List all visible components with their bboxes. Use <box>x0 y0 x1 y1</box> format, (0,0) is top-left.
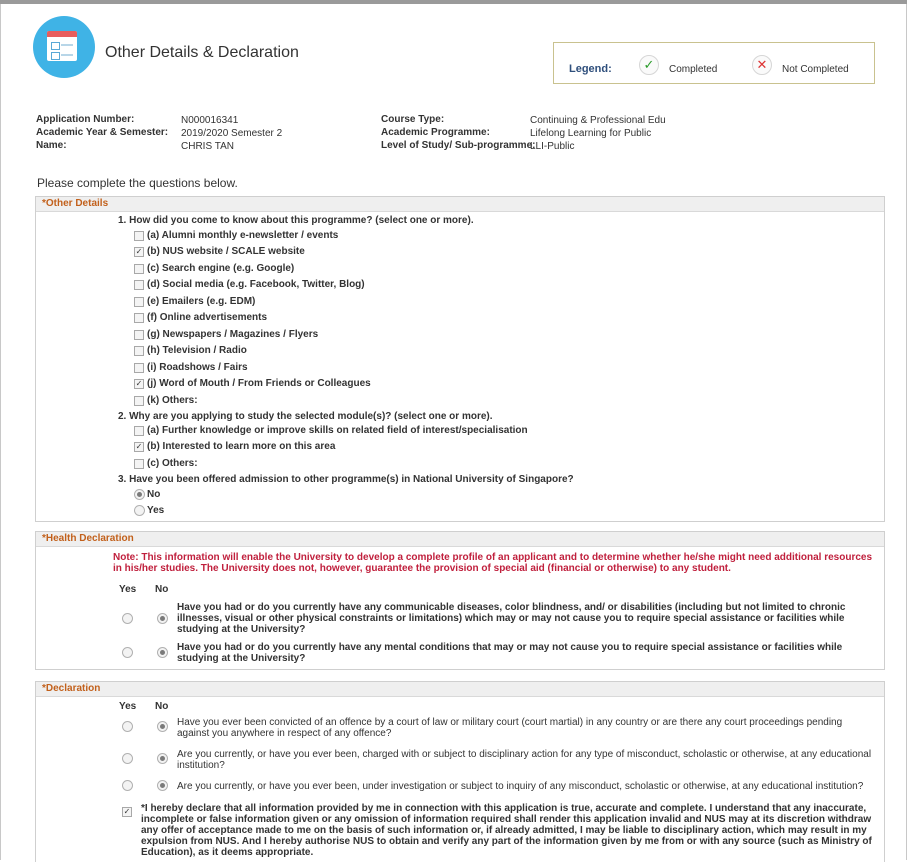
cross-icon: ✕ <box>752 55 772 75</box>
declaration-q2-radio-yes[interactable] <box>122 753 133 764</box>
declaration-q1-radio-yes[interactable] <box>122 721 133 732</box>
health-q2-radio-yes[interactable] <box>122 647 133 658</box>
level-value: LLI-Public <box>530 141 575 152</box>
declaration-q2-radio-no[interactable] <box>157 753 168 764</box>
q2-question: 2. Why are you applying to study the sel… <box>118 411 493 422</box>
q3-question: 3. Have you been offered admission to ot… <box>118 474 574 485</box>
declaration-q3-radio-yes[interactable] <box>122 780 133 791</box>
health-q2-radio-no[interactable] <box>157 647 168 658</box>
name-value: CHRIS TAN <box>181 141 234 152</box>
health-q2-text: Have you had or do you currently have an… <box>177 642 843 664</box>
page-title: Other Details & Declaration <box>105 44 299 61</box>
q2-option-c: (c) Others: <box>147 458 198 469</box>
health-q1-radio-yes[interactable] <box>122 613 133 624</box>
q1-option-a: (a) Alumni monthly e-newsletter / events <box>147 230 339 241</box>
declaration-q1-text: Have you ever been convicted of an offen… <box>177 717 843 739</box>
health-yes-header: Yes <box>119 584 137 595</box>
q3-radio-no[interactable] <box>134 489 145 500</box>
health-q1-radio-no[interactable] <box>157 613 168 624</box>
declaration-q3-text: Are you currently, or have you ever been… <box>177 781 864 792</box>
q1-checkbox-e[interactable] <box>134 297 144 307</box>
q2-option-a: (a) Further knowledge or improve skills … <box>147 425 528 436</box>
app-number-label: Application Number: <box>36 114 135 125</box>
declaration-no-header: No <box>155 701 169 712</box>
year-label: Academic Year & Semester: <box>36 127 169 138</box>
app-number-value: N000016341 <box>181 115 239 126</box>
q1-question: 1. How did you come to know about this p… <box>118 215 474 226</box>
q1-checkbox-h[interactable] <box>134 346 144 356</box>
health-no-header: No <box>155 584 169 595</box>
q1-checkbox-a[interactable] <box>134 231 144 241</box>
q1-checkbox-b[interactable]: ✓ <box>134 247 144 257</box>
legend-completed: Completed <box>669 64 718 75</box>
course-type-value: Continuing & Professional Edu <box>530 115 666 126</box>
q1-checkbox-j[interactable]: ✓ <box>134 379 144 389</box>
declaration-agree-checkbox[interactable]: ✓ <box>122 807 132 817</box>
q2-option-b: (b) Interested to learn more on this are… <box>147 441 336 452</box>
other-details-header: *Other Details <box>42 198 109 209</box>
q1-option-f: (f) Online advertisements <box>147 312 268 323</box>
health-note: Note: This information will enable the U… <box>113 552 873 574</box>
q1-checkbox-g[interactable] <box>134 330 144 340</box>
q1-checkbox-f[interactable] <box>134 313 144 323</box>
health-q1-text: Have you had or do you currently have an… <box>177 602 846 635</box>
q3-label-no: No <box>147 489 161 500</box>
q2-checkbox-c[interactable] <box>134 459 144 469</box>
check-icon: ✓ <box>639 55 659 75</box>
programme-label: Academic Programme: <box>381 127 490 138</box>
q3-label-yes: Yes <box>147 505 165 516</box>
q3-radio-yes[interactable] <box>134 505 145 516</box>
year-value: 2019/2020 Semester 2 <box>181 128 283 139</box>
declaration-q2-text: Are you currently, or have you ever been… <box>177 749 872 771</box>
q1-option-g: (g) Newspapers / Magazines / Flyers <box>147 329 319 340</box>
form-icon <box>33 16 95 78</box>
declaration-header: *Declaration <box>42 683 101 694</box>
declaration-yes-header: Yes <box>119 701 137 712</box>
level-label: Level of Study/ Sub-programme: <box>381 140 536 151</box>
q1-option-j: (j) Word of Mouth / From Friends or Coll… <box>147 378 371 389</box>
q1-option-i: (i) Roadshows / Fairs <box>147 362 248 373</box>
legend-box: Legend: ✓ Completed ✕ Not Completed <box>553 42 875 84</box>
declaration-statement: *I hereby declare that all information p… <box>141 803 872 858</box>
declaration-q3-radio-no[interactable] <box>157 780 168 791</box>
q2-checkbox-a[interactable] <box>134 426 144 436</box>
declaration-q1-radio-no[interactable] <box>157 721 168 732</box>
q1-option-k: (k) Others: <box>147 395 198 406</box>
q1-checkbox-d[interactable] <box>134 280 144 290</box>
q1-checkbox-c[interactable] <box>134 264 144 274</box>
q1-checkbox-i[interactable] <box>134 363 144 373</box>
legend-label: Legend: <box>569 63 612 75</box>
health-declaration-header: *Health Declaration <box>42 533 134 544</box>
q1-option-e: (e) Emailers (e.g. EDM) <box>147 296 256 307</box>
course-type-label: Course Type: <box>381 114 445 125</box>
q1-option-c: (c) Search engine (e.g. Google) <box>147 263 295 274</box>
programme-value: Lifelong Learning for Public <box>530 128 652 139</box>
q1-checkbox-k[interactable] <box>134 396 144 406</box>
q2-checkbox-b[interactable]: ✓ <box>134 442 144 452</box>
q1-option-h: (h) Television / Radio <box>147 345 247 356</box>
q1-option-b: (b) NUS website / SCALE website <box>147 246 305 257</box>
instruction-text: Please complete the questions below. <box>37 176 238 190</box>
q1-option-d: (d) Social media (e.g. Facebook, Twitter… <box>147 279 365 290</box>
legend-not-completed: Not Completed <box>782 64 849 75</box>
name-label: Name: <box>36 140 67 151</box>
